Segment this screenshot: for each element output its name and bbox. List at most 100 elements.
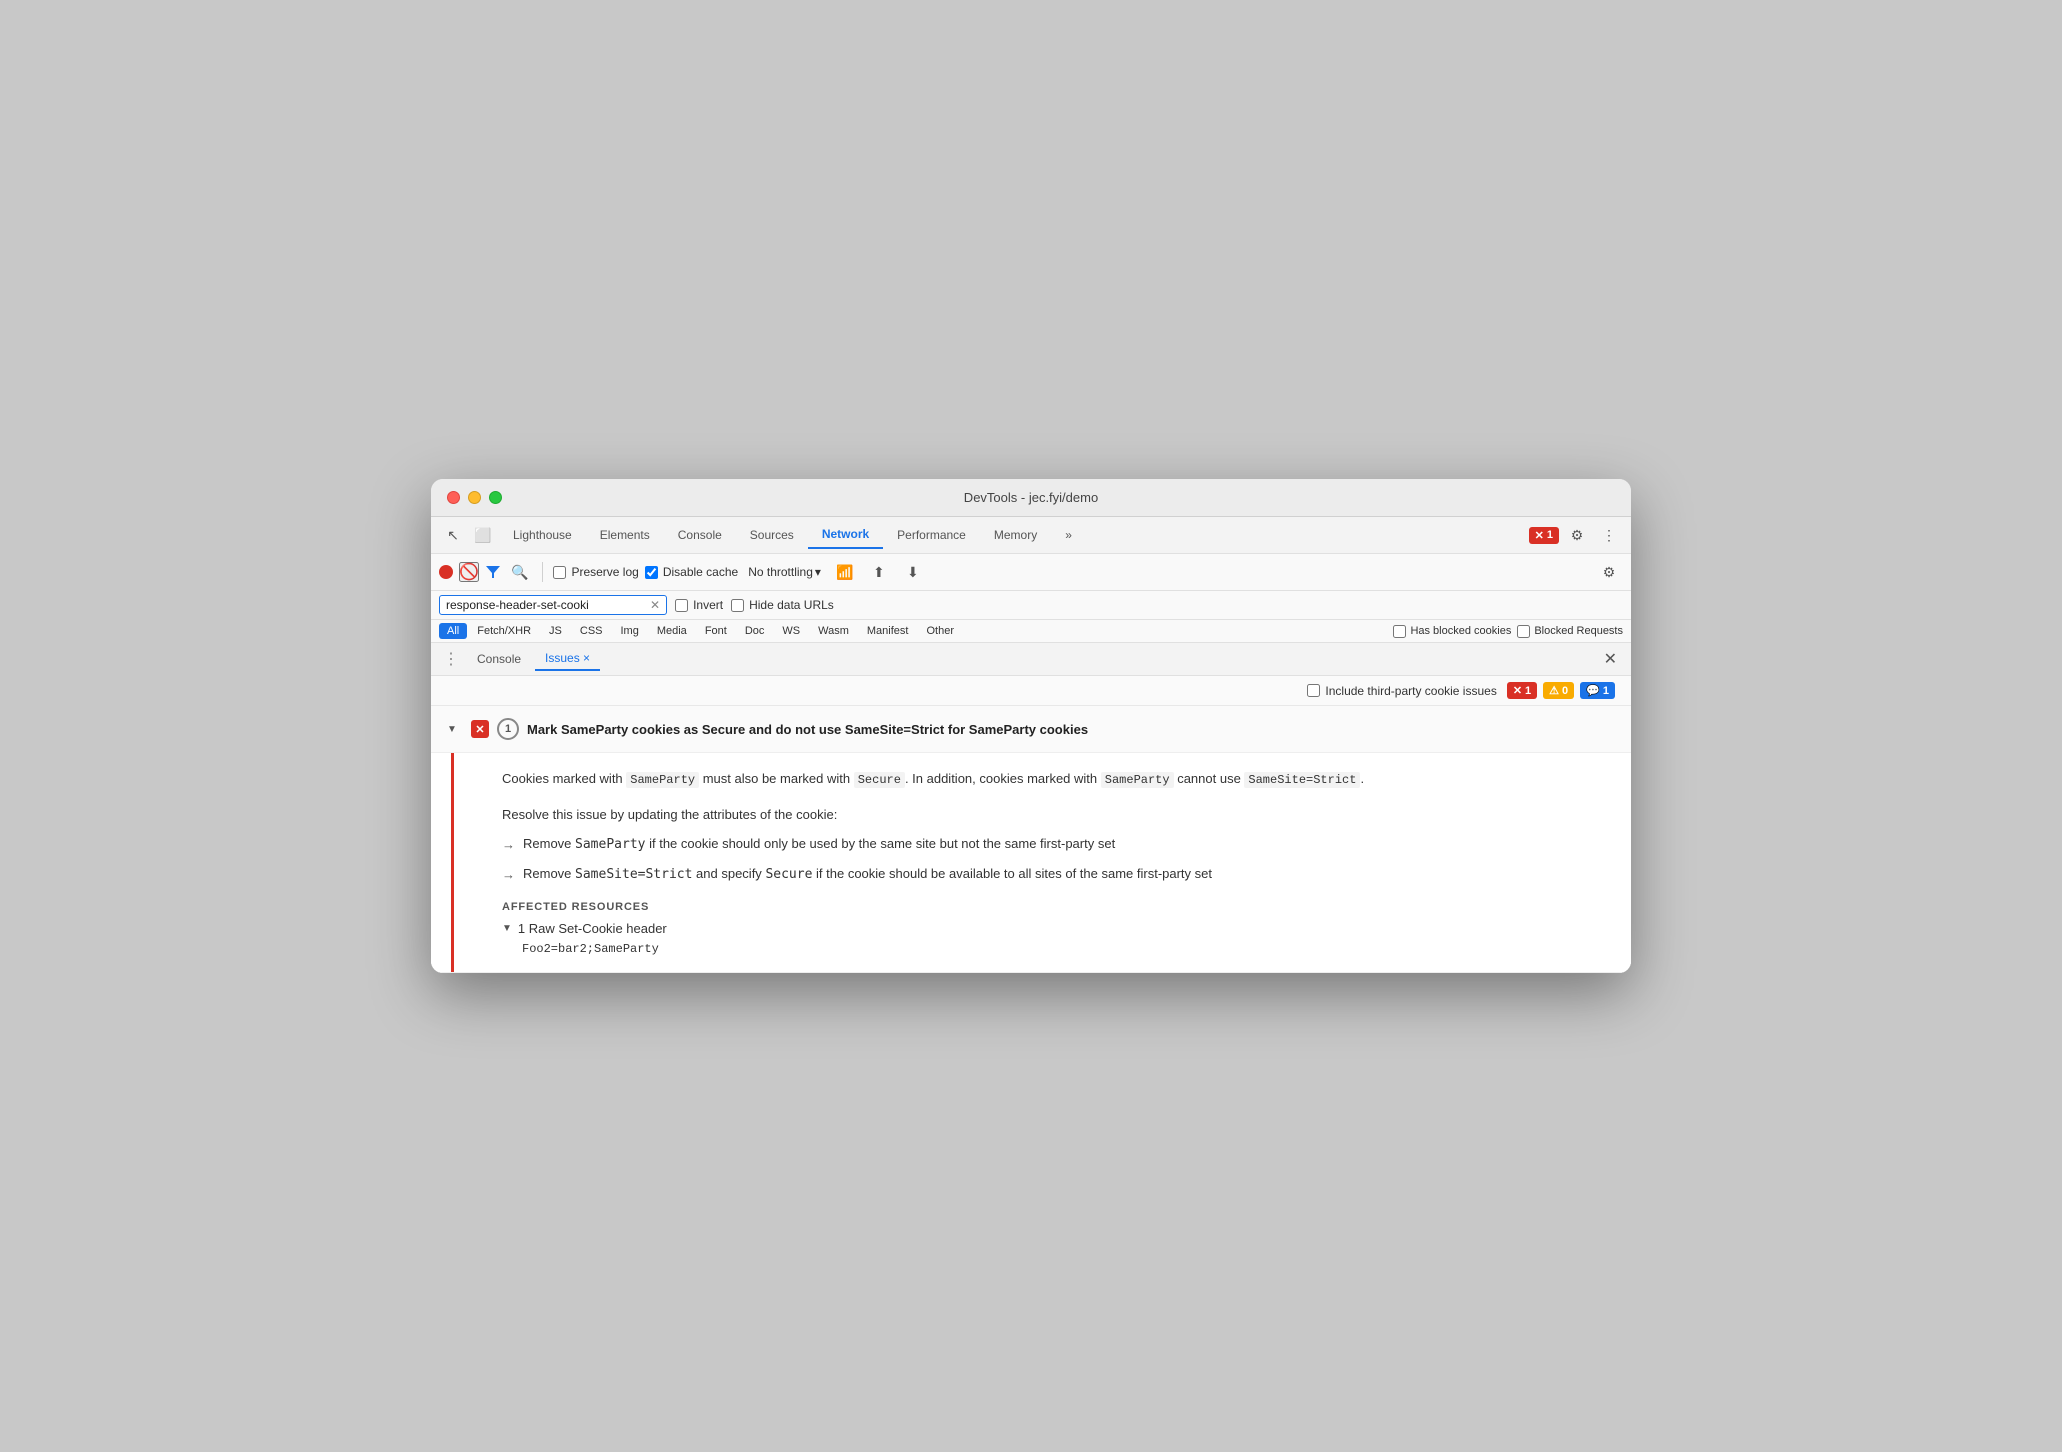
record-button[interactable] <box>439 565 453 579</box>
bullet1-pre: Remove <box>523 836 575 851</box>
resource-item[interactable]: ▼ 1 Raw Set-Cookie header <box>502 921 1607 936</box>
issue-title: Mark SameParty cookies as Secure and do … <box>527 722 1615 737</box>
type-btn-js[interactable]: JS <box>541 623 570 639</box>
separator <box>542 562 543 582</box>
affected-label: AFFECTED RESOURCES <box>502 901 1607 913</box>
invert-label[interactable]: Invert <box>675 598 723 612</box>
drawer-bar: ⋮ Console Issues × ✕ <box>431 643 1631 676</box>
type-btn-wasm[interactable]: Wasm <box>810 623 857 639</box>
issues-header-bar: Include third-party cookie issues ✕ 1 ⚠ … <box>431 676 1631 706</box>
traffic-lights <box>447 491 502 504</box>
tab-memory[interactable]: Memory <box>980 522 1051 548</box>
invert-text: Invert <box>693 598 723 612</box>
type-btn-all[interactable]: All <box>439 623 467 639</box>
bullet1-content: Remove SameParty if the cookie should on… <box>523 834 1115 855</box>
network-settings-icon[interactable]: ⚙ <box>1595 558 1623 586</box>
throttle-select[interactable]: No throttling ▾ <box>744 563 825 581</box>
include-third-party-label[interactable]: Include third-party cookie issues <box>1307 684 1496 698</box>
drawer-close-button[interactable]: ✕ <box>1598 647 1623 671</box>
preserve-log-text: Preserve log <box>571 565 638 579</box>
devtools-body: ↖ ⬜ Lighthouse Elements Console Sources … <box>431 517 1631 972</box>
error-count-badge: ✕ 1 <box>1507 682 1537 699</box>
type-btn-ws[interactable]: WS <box>774 623 808 639</box>
blocked-requests-checkbox[interactable] <box>1517 625 1530 638</box>
type-btn-font[interactable]: Font <box>697 623 735 639</box>
info-count-num: 1 <box>1603 685 1609 697</box>
warn-count-badge: ⚠ 0 <box>1543 682 1574 699</box>
bullet2-code: SameSite=Strict <box>575 867 692 882</box>
type-filter-right: Has blocked cookies Blocked Requests <box>1393 625 1623 638</box>
tab-network[interactable]: Network <box>808 521 883 549</box>
warn-count-num: 0 <box>1562 685 1568 697</box>
include-third-party-checkbox[interactable] <box>1307 684 1320 697</box>
issue-header[interactable]: ▼ ✕ 1 Mark SameParty cookies as Secure a… <box>431 706 1631 753</box>
filter-input[interactable] <box>446 598 646 612</box>
hide-data-urls-checkbox[interactable] <box>731 599 744 612</box>
type-btn-fetch[interactable]: Fetch/XHR <box>469 623 539 639</box>
filter-bar: ✕ Invert Hide data URLs <box>431 591 1631 620</box>
bullet2-pre: Remove <box>523 866 575 881</box>
drawer-tab-issues[interactable]: Issues × <box>535 647 600 671</box>
has-blocked-cookies-checkbox[interactable] <box>1393 625 1406 638</box>
settings-icon[interactable]: ⚙ <box>1563 521 1591 549</box>
desc-code2: Secure <box>854 772 905 788</box>
clear-button[interactable]: 🚫 <box>459 562 479 582</box>
issue-counts: ✕ 1 ⚠ 0 💬 1 <box>1507 682 1615 699</box>
tab-performance[interactable]: Performance <box>883 522 980 548</box>
tab-sources[interactable]: Sources <box>736 522 808 548</box>
hide-data-urls-text: Hide data URLs <box>749 598 834 612</box>
tab-lighthouse[interactable]: Lighthouse <box>499 522 586 548</box>
tab-console[interactable]: Console <box>664 522 736 548</box>
cursor-icon[interactable]: ↖ <box>439 521 467 549</box>
blocked-requests-label[interactable]: Blocked Requests <box>1517 625 1623 638</box>
issue-expand-chevron[interactable]: ▼ <box>447 724 463 735</box>
desc-code1: SameParty <box>626 772 699 788</box>
tab-more[interactable]: » <box>1051 522 1086 548</box>
minimize-button[interactable] <box>468 491 481 504</box>
type-btn-media[interactable]: Media <box>649 623 695 639</box>
drawer-tab-console[interactable]: Console <box>467 648 531 670</box>
bullet1-code: SameParty <box>575 837 645 852</box>
export-icon[interactable]: ⬇ <box>899 558 927 586</box>
issue-description: Cookies marked with SameParty must also … <box>502 769 1607 790</box>
error-x-icon: ✕ <box>1535 529 1544 542</box>
bullet2-content: Remove SameSite=Strict and specify Secur… <box>523 864 1212 885</box>
filter-icon[interactable] <box>485 564 501 580</box>
disable-cache-label[interactable]: Disable cache <box>645 565 738 579</box>
throttle-arrow: ▾ <box>815 565 821 579</box>
include-third-party-text: Include third-party cookie issues <box>1325 684 1496 698</box>
type-btn-img[interactable]: Img <box>613 623 647 639</box>
preserve-log-checkbox[interactable] <box>553 566 566 579</box>
title-bar: DevTools - jec.fyi/demo <box>431 479 1631 517</box>
type-btn-css[interactable]: CSS <box>572 623 611 639</box>
type-btn-doc[interactable]: Doc <box>737 623 773 639</box>
import-icon[interactable]: ⬆ <box>865 558 893 586</box>
disable-cache-checkbox[interactable] <box>645 566 658 579</box>
resource-label: 1 Raw Set-Cookie header <box>518 921 667 936</box>
bullet-arrow-1: → <box>502 835 515 855</box>
filter-clear-button[interactable]: ✕ <box>650 598 660 612</box>
bullet-arrow-2: → <box>502 865 515 885</box>
close-button[interactable] <box>447 491 460 504</box>
type-btn-manifest[interactable]: Manifest <box>859 623 917 639</box>
type-btn-other[interactable]: Other <box>918 623 962 639</box>
preserve-log-label[interactable]: Preserve log <box>553 565 638 579</box>
wifi-icon[interactable]: 📶 <box>831 558 859 586</box>
search-icon[interactable]: 🔍 <box>507 562 532 583</box>
tab-elements[interactable]: Elements <box>586 522 664 548</box>
throttle-text: No throttling <box>748 565 813 579</box>
invert-checkbox[interactable] <box>675 599 688 612</box>
affected-resources: AFFECTED RESOURCES ▼ 1 Raw Set-Cookie he… <box>502 901 1607 956</box>
filter-input-wrap: ✕ <box>439 595 667 615</box>
device-toolbar-icon[interactable]: ⬜ <box>469 521 497 549</box>
bullet1-post: if the cookie should only be used by the… <box>645 836 1115 851</box>
maximize-button[interactable] <box>489 491 502 504</box>
issue-body: Cookies marked with SameParty must also … <box>451 753 1631 971</box>
hide-data-urls-label[interactable]: Hide data URLs <box>731 598 834 612</box>
disable-cache-text: Disable cache <box>663 565 738 579</box>
error-badge[interactable]: ✕ 1 <box>1529 527 1559 544</box>
more-options-icon[interactable]: ⋮ <box>1595 521 1623 549</box>
drawer-more-icon[interactable]: ⋮ <box>439 649 463 669</box>
has-blocked-cookies-label[interactable]: Has blocked cookies <box>1393 625 1511 638</box>
toolbar-right: ✕ 1 ⚙ ⋮ <box>1529 521 1623 549</box>
